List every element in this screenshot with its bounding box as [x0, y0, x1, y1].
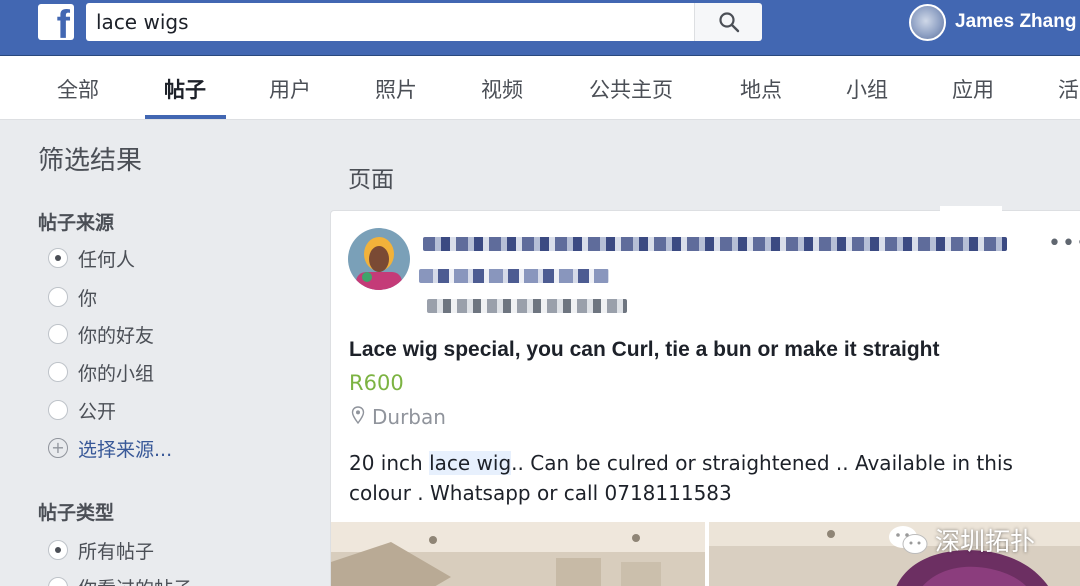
post-body: 20 inch lace wig.. Can be culred or stra…: [349, 451, 1013, 505]
post-type-heading: 帖子类型: [38, 502, 115, 524]
watermark-text: 深圳拓扑: [935, 527, 1036, 556]
results-section-title: 页面: [348, 167, 394, 193]
tab-pages[interactable]: 公共主页: [589, 74, 673, 104]
plus-icon: +: [48, 438, 68, 458]
search-term-highlight: lace wig: [429, 451, 512, 475]
post-location: Durban: [372, 405, 446, 429]
search-tabs: 全部 帖子 用户 照片 视频 公共主页 地点 小组 应用 活: [0, 56, 1080, 120]
location-pin-icon: [351, 406, 365, 424]
user-name-link[interactable]: James Zhang: [955, 11, 1076, 33]
post-source-heading: 帖子来源: [38, 212, 115, 234]
search-icon: [719, 12, 740, 33]
facebook-logo-icon[interactable]: f: [38, 4, 74, 45]
radio-button[interactable]: [48, 248, 68, 268]
tab-groups[interactable]: 小组: [846, 74, 888, 104]
tab-all[interactable]: 全部: [57, 74, 99, 104]
search-box[interactable]: [86, 3, 694, 41]
top-bar: f James Zhang: [0, 0, 1080, 56]
radio-button[interactable]: [48, 287, 68, 307]
card-edge-mask: [940, 206, 1002, 214]
tab-photos[interactable]: 照片: [375, 74, 417, 104]
user-avatar[interactable]: [909, 4, 946, 41]
tab-apps[interactable]: 应用: [952, 74, 994, 104]
tab-events[interactable]: 活: [1058, 74, 1079, 104]
radio-button[interactable]: [48, 540, 68, 560]
tab-posts[interactable]: 帖子: [164, 74, 206, 104]
tab-people[interactable]: 用户: [269, 74, 311, 104]
radio-button[interactable]: [48, 400, 68, 420]
radio-button[interactable]: [48, 324, 68, 344]
search-input[interactable]: [86, 3, 694, 41]
wechat-icon: [889, 526, 928, 554]
radio-button[interactable]: [48, 362, 68, 382]
post-price: R600: [349, 371, 404, 395]
blurred-author-name: [423, 237, 1007, 251]
search-button[interactable]: [694, 3, 762, 41]
post-author-avatar[interactable]: [348, 228, 410, 290]
post-title[interactable]: Lace wig special, you can Curl, tie a bu…: [349, 338, 940, 362]
radio-button[interactable]: [48, 577, 68, 586]
tab-videos[interactable]: 视频: [481, 74, 523, 104]
blurred-timestamp: [427, 299, 627, 313]
blurred-page-link: [419, 269, 609, 283]
filter-title: 筛选结果: [38, 146, 143, 176]
active-tab-indicator: [145, 115, 226, 119]
more-options-icon[interactable]: •••: [1048, 231, 1080, 256]
tab-places[interactable]: 地点: [740, 74, 782, 104]
